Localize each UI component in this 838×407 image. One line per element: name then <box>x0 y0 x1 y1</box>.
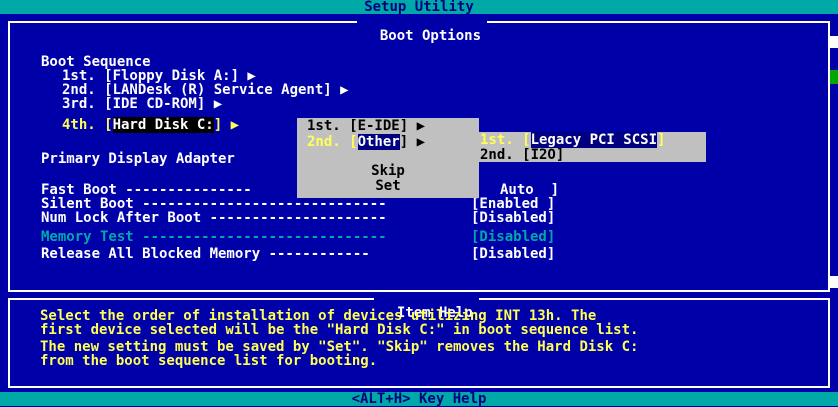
boot-item-4th[interactable]: 4th. [Hard Disk C:] ▶ <box>62 117 240 133</box>
boot-item-4th-value: Hard Disk C: <box>112 117 214 133</box>
fast-boot-value[interactable]: Auto ] <box>500 183 559 197</box>
panel-title: Boot Options <box>357 15 488 44</box>
other-device-submenu: 1st. [Legacy PCI SCSI] 2nd. [I2O] <box>474 132 706 162</box>
scroll-thumb[interactable] <box>830 70 838 84</box>
boot-item-4th-suffix: ] ▶ <box>213 117 240 133</box>
num-lock-label: Num Lock After Boot --------------------… <box>41 210 387 226</box>
popup-item-2nd-suffix: ] ▶ <box>399 134 426 150</box>
help-line-1: Select the order of installation of devi… <box>40 308 597 324</box>
panel-title-label: Boot Options <box>379 28 482 44</box>
popup-skip-button[interactable]: Skip <box>297 164 479 178</box>
scroll-up-arrow-icon[interactable] <box>830 36 838 48</box>
submenu-item-1st-prefix: 1st. [ <box>480 132 531 148</box>
boot-device-popup: 1st. [E-IDE] ▶ 2nd. [Other] ▶ Skip Set <box>297 118 479 198</box>
submenu-item-1st[interactable]: 1st. [Legacy PCI SCSI] <box>480 132 666 148</box>
help-line-3: The new setting must be saved by "Set". … <box>40 339 639 355</box>
submenu-item-1st-suffix: ] <box>657 132 666 148</box>
boot-sequence-label: Boot Sequence <box>41 54 151 70</box>
boot-item-1st[interactable]: 1st. [Floppy Disk A:] ▶ <box>62 69 256 83</box>
key-help-bar: <ALT+H> Key Help <box>0 392 838 406</box>
fast-boot-label: Fast Boot --------------- <box>41 182 252 198</box>
silent-boot-value[interactable]: [Enabled ] <box>471 197 555 211</box>
popup-set-button[interactable]: Set <box>297 179 479 193</box>
help-line-2: first device selected will be the "Hard … <box>40 322 639 338</box>
popup-item-1st[interactable]: 1st. [E-IDE] ▶ <box>307 119 425 133</box>
boot-item-4th-prefix: 4th. [ <box>62 117 113 133</box>
submenu-item-2nd[interactable]: 2nd. [I2O] <box>480 148 564 162</box>
memory-test-label: Memory Test ----------------------------… <box>41 229 387 245</box>
popup-item-2nd[interactable]: 2nd. [Other] ▶ <box>307 134 426 150</box>
scroll-down-arrow-icon[interactable] <box>830 276 838 288</box>
release-memory-value[interactable]: [Disabled] <box>471 247 555 261</box>
memory-test-value: [Disabled] <box>471 229 556 245</box>
popup-item-2nd-prefix: 2nd. [ <box>307 134 358 150</box>
boot-item-2nd[interactable]: 2nd. [LANDesk (R) Service Agent] ▶ <box>62 83 349 97</box>
num-lock-value[interactable]: [Disabled] <box>471 211 555 225</box>
app-title: Setup Utility <box>364 0 474 15</box>
boot-item-3rd[interactable]: 3rd. [IDE CD-ROM] ▶ <box>62 97 222 111</box>
submenu-item-1st-value: Legacy PCI SCSI <box>530 132 658 148</box>
primary-display-label: Primary Display Adapter <box>41 151 235 167</box>
popup-item-2nd-value: Other <box>357 134 400 150</box>
release-memory-label: Release All Blocked Memory ------------ <box>41 246 370 262</box>
key-help-text: <ALT+H> Key Help <box>351 391 487 407</box>
silent-boot-label: Silent Boot ----------------------------… <box>41 196 387 212</box>
help-line-4: from the boot sequence list for booting. <box>40 353 378 369</box>
title-bar: Setup Utility <box>0 0 838 14</box>
